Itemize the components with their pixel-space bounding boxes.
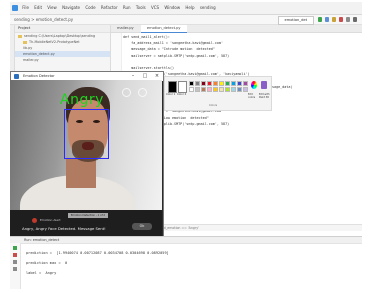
console-output-line: label = Angry (26, 271, 57, 275)
color-1-swatch[interactable] (168, 81, 177, 93)
run-console-header: Run: emotion_detect (10, 237, 362, 244)
console-output-line: prediction max = 0 (26, 261, 68, 265)
color-1-label: Color 1 (166, 93, 176, 96)
color-swatch[interactable] (219, 87, 224, 92)
alert-app-icon (32, 218, 37, 223)
menu-view[interactable]: View (47, 2, 57, 14)
code-line[interactable]: mailserver = smtplib.SMTP('smtp.gmail.co… (123, 54, 229, 59)
stop-icon[interactable] (13, 253, 17, 257)
alert-message: Angry, Angry Face Detected. Message Sent… (22, 226, 106, 231)
editor-tabs: mailer.py emotion_detect.py (111, 25, 362, 33)
camera-icon (138, 88, 147, 97)
paint-3d-icon[interactable] (261, 81, 267, 89)
paint-3d-label: Edit with Paint 3D (259, 93, 270, 99)
code-line[interactable]: def send_mail1_alert(): (123, 35, 170, 40)
tab-emotion-detect[interactable]: emotion_detect.py (140, 25, 187, 33)
color-swatch[interactable] (201, 81, 206, 86)
alert-app-name: Emotion Alert (40, 218, 61, 222)
scroll-to-end-icon[interactable] (13, 260, 17, 264)
color-swatch[interactable] (237, 81, 242, 86)
menu-window[interactable]: Window (164, 2, 180, 14)
run-icon[interactable] (318, 17, 322, 22)
webcam-frame: Angry (10, 80, 162, 210)
settings-icon[interactable] (346, 17, 350, 22)
color-swatch[interactable] (213, 81, 218, 86)
menu-file[interactable]: File (22, 2, 29, 14)
menu-vcs[interactable]: VCS (151, 2, 159, 14)
debug-icon[interactable] (325, 17, 329, 22)
color-swatch[interactable] (189, 87, 194, 92)
color-swatch[interactable] (237, 87, 242, 92)
tab-mailer[interactable]: mailer.py (111, 25, 140, 32)
color-swatch[interactable] (225, 81, 230, 86)
menu-tools[interactable]: Tools (136, 2, 146, 14)
neck-shape (66, 158, 96, 188)
menu-navigate[interactable]: Navigate (62, 2, 80, 14)
notification-strip: Emotion Detection - 1 of 2 Emotion Alert… (10, 210, 162, 236)
pycharm-logo-icon (12, 5, 18, 11)
color-swatch[interactable] (213, 87, 218, 92)
run-config-select[interactable]: emotion_det (277, 16, 314, 25)
color-swatch[interactable] (195, 87, 200, 92)
print-icon[interactable] (13, 267, 17, 271)
color-swatch[interactable] (219, 81, 224, 86)
color-swatch[interactable] (189, 81, 194, 86)
color-swatch[interactable] (243, 81, 248, 86)
menu-help[interactable]: Help (185, 2, 194, 14)
face-bounding-box (64, 109, 109, 159)
menu-edit[interactable]: Edit (34, 2, 42, 14)
code-line[interactable]: fa_address_mail1 = 'sangeetha.kavi@gmail… (123, 41, 223, 46)
menu-run[interactable]: Run (123, 2, 131, 14)
coverage-icon[interactable] (332, 17, 336, 22)
rerun-icon[interactable] (13, 246, 17, 250)
colors-group-label: Colors (209, 104, 218, 107)
color-2-label: Color 2 (177, 93, 187, 96)
run-console-toolbar (10, 243, 21, 289)
run-console: Run: emotion_detect prediction = [1.9940… (10, 236, 362, 289)
search-icon[interactable] (353, 17, 357, 22)
menu-bar: File Edit View Navigate Code Refactor Ru… (10, 2, 362, 15)
ok-button[interactable]: Ok (132, 223, 152, 230)
color-swatch[interactable] (231, 81, 236, 86)
color-2-swatch[interactable] (178, 81, 187, 93)
tree-item[interactable]: mailer.py (15, 57, 110, 63)
project-panel: Project sending C:\Users\Laptop\Desktop\… (15, 25, 111, 75)
detected-emotion-label: Angry (60, 92, 104, 108)
console-output-line: prediction = [1.9940074 0.00712087 0.003… (26, 251, 169, 255)
folder-icon (18, 34, 22, 38)
stop-icon[interactable] (339, 17, 343, 22)
paint-colors-ribbon: Color 1 Color 2 Edit colors Edit with Pa… (164, 76, 272, 111)
color-swatch[interactable] (201, 87, 206, 92)
menu-code[interactable]: Code (85, 2, 95, 14)
folder-icon (23, 40, 27, 44)
color-swatch[interactable] (195, 81, 200, 86)
color-swatch[interactable] (225, 87, 230, 92)
color-swatch[interactable] (231, 87, 236, 92)
color-swatch[interactable] (243, 87, 248, 92)
code-line[interactable]: message_data = "Intrude motion detected" (123, 47, 215, 52)
color-swatch[interactable] (207, 81, 212, 86)
camera-icon (122, 88, 131, 97)
navigation-bar: sending > emotion_detect.py emotion_det (10, 15, 362, 25)
color-swatch[interactable] (207, 87, 212, 92)
edit-colors-icon[interactable] (251, 81, 257, 89)
run-console-title[interactable]: Run: emotion_detect (24, 238, 59, 242)
menu-refactor[interactable]: Refactor (101, 2, 118, 14)
frame-caption: Emotion Detection - 1 of 2 (68, 213, 108, 218)
project-name: sending (199, 5, 216, 10)
app-window-icon (14, 74, 19, 79)
project-panel-title[interactable]: Project (15, 25, 110, 33)
breadcrumb[interactable]: sending > emotion_detect.py (14, 15, 73, 24)
